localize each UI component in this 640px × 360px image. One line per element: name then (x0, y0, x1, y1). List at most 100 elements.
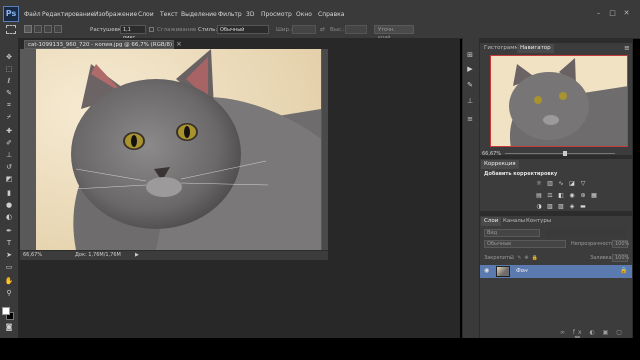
crop-tool-icon[interactable]: ⌗ (3, 100, 15, 110)
refine-edge-button[interactable]: Уточн. край... (374, 25, 414, 41)
visibility-eye-icon[interactable]: ◉ (484, 267, 489, 274)
photo-filter-icon[interactable]: ◉ (568, 192, 576, 200)
blur-tool-icon[interactable]: ● (3, 200, 15, 210)
path-select-tool-icon[interactable]: ➤ (3, 250, 15, 260)
panel-menu-icon[interactable]: ≡ (624, 44, 630, 52)
clone-source-icon[interactable]: ⊥ (465, 96, 475, 106)
black-white-icon[interactable]: ◧ (557, 192, 565, 200)
eraser-tool-icon[interactable]: ◩ (3, 174, 15, 184)
document-tab[interactable]: cat-1099133_960_720 - копия.jpg @ 66,7% … (24, 40, 174, 49)
menu-image[interactable]: Изображение (94, 11, 137, 18)
menu-layers[interactable]: Слои (138, 11, 154, 18)
adjustments-title[interactable]: Коррекция (481, 160, 519, 169)
marquee-tool-preset-icon[interactable] (6, 25, 16, 34)
vibrance-icon[interactable]: ▽ (579, 180, 587, 188)
type-tool-icon[interactable]: T (3, 238, 15, 248)
style-label: Стиль: (198, 27, 218, 33)
tab-navigator[interactable]: Навигатор (517, 44, 554, 53)
quick-mask-icon[interactable]: ◙ (3, 322, 15, 332)
rectangle-tool-icon[interactable]: ▭ (3, 262, 15, 272)
levels-icon[interactable]: ▥ (546, 180, 554, 188)
swap-icon[interactable]: ⇄ (320, 26, 325, 33)
channel-mixer-icon[interactable]: ⊛ (579, 192, 587, 200)
dodge-tool-icon[interactable]: ◐ (3, 212, 15, 222)
adjustments-subtitle: Добавить корректировку (484, 171, 558, 177)
marquee-tool-icon[interactable]: ⬚ (3, 64, 15, 74)
menu-select[interactable]: Выделение (181, 11, 217, 18)
layer-filter-icons[interactable] (546, 229, 626, 237)
clone-stamp-tool-icon[interactable]: ⊥ (3, 150, 15, 160)
fill-label: Заливка: (590, 255, 614, 261)
selective-color-icon[interactable]: ◈ (568, 203, 576, 211)
curves-icon[interactable]: ∿ (557, 180, 565, 188)
maximize-icon[interactable]: □ (608, 9, 617, 18)
move-tool-icon[interactable]: ✥ (3, 52, 15, 62)
style-select[interactable]: Обычный (217, 25, 269, 34)
width-input[interactable] (292, 25, 316, 34)
history-brush-tool-icon[interactable]: ↺ (3, 162, 15, 172)
height-input[interactable] (345, 25, 367, 34)
quick-select-tool-icon[interactable]: ✎ (3, 88, 15, 98)
color-lookup-icon[interactable]: ▦ (590, 192, 598, 200)
gradient-map-icon[interactable]: ▬ (579, 203, 587, 211)
hand-tool-icon[interactable]: ✋ (3, 276, 15, 286)
lasso-tool-icon[interactable]: ℓ (3, 76, 15, 86)
tab-layers[interactable]: Слои (481, 217, 502, 226)
brightness-icon[interactable]: ☼ (535, 180, 543, 188)
close-icon[interactable]: ✕ (622, 9, 631, 18)
intersect-selection-icon[interactable] (54, 25, 62, 33)
layer-filter-select[interactable]: Вид (484, 229, 540, 237)
eyedropper-tool-icon[interactable]: ⌿ (3, 112, 15, 122)
exposure-icon[interactable]: ◪ (568, 180, 576, 188)
lock-icons[interactable]: ⊡✎✥🔒 (510, 255, 560, 262)
hue-saturation-icon[interactable]: ▤ (535, 192, 543, 200)
zoom-tool-icon[interactable]: ⚲ (3, 288, 15, 298)
actions-panel-icon[interactable]: ▶ (465, 64, 475, 74)
zoom-readout[interactable]: 66,67% (23, 252, 42, 258)
gradient-tool-icon[interactable]: ▮ (3, 188, 15, 198)
pen-tool-icon[interactable]: ✒ (3, 226, 15, 236)
close-document-icon[interactable]: × (176, 40, 182, 48)
antialias-checkbox[interactable] (149, 27, 154, 32)
status-menu-arrow-icon[interactable]: ▶ (135, 252, 139, 258)
layer-lock-icon: 🔒 (620, 267, 628, 274)
subtract-selection-icon[interactable] (44, 25, 52, 33)
add-selection-icon[interactable] (34, 25, 42, 33)
menu-help[interactable]: Справка (318, 11, 344, 18)
navigator-zoom-value[interactable]: 66,67% (482, 151, 501, 157)
menu-window[interactable]: Окно (296, 11, 312, 18)
navigator-slider-handle[interactable] (563, 151, 567, 156)
canvas-image[interactable] (36, 49, 321, 250)
layer-name[interactable]: Фон (516, 268, 528, 274)
new-selection-icon[interactable] (24, 25, 32, 33)
healing-brush-tool-icon[interactable]: ✚ (3, 126, 15, 136)
minimize-icon[interactable]: – (594, 9, 603, 18)
history-panel-icon[interactable]: ⊞ (465, 50, 475, 60)
posterize-icon[interactable]: ▧ (546, 203, 554, 211)
brush-panel-icon[interactable]: ✎ (465, 80, 475, 90)
opacity-label: Непрозрачность: (571, 241, 616, 247)
brush-tool-icon[interactable]: ✐ (3, 138, 15, 148)
layer-actions-toolbar[interactable]: ∞ fx ◐ ▣ ▢ ▭ 🗑 (560, 329, 630, 343)
menu-3d[interactable]: 3D (246, 11, 254, 18)
menu-view[interactable]: Просмотр (261, 11, 292, 18)
menu-file[interactable]: Файл (24, 11, 41, 18)
foreground-color-swatch[interactable] (2, 307, 10, 315)
document-status-bar: 66,67% Док: 1,76M/1,76M ▶ (20, 250, 328, 260)
properties-panel-icon[interactable]: ≡ (465, 114, 475, 124)
tab-paths[interactable]: Контуры (523, 217, 554, 226)
feather-input[interactable]: 1,1 пикс. (120, 25, 146, 41)
antialias-label: Сглаживание (157, 27, 197, 33)
navigator-zoom-slider[interactable] (505, 153, 615, 154)
navigator-thumbnail[interactable] (490, 55, 628, 147)
threshold-icon[interactable]: ▨ (557, 203, 565, 211)
menu-filter[interactable]: Фильтр (218, 11, 242, 18)
invert-icon[interactable]: ◑ (535, 203, 543, 211)
opacity-input[interactable]: 100% (612, 240, 629, 248)
color-balance-icon[interactable]: ⚖ (546, 192, 554, 200)
fill-input[interactable]: 100% (612, 254, 629, 262)
menu-edit[interactable]: Редактирование (42, 11, 94, 18)
menu-type[interactable]: Текст (160, 11, 178, 18)
vertical-scrollbar[interactable] (322, 49, 328, 250)
blend-mode-select[interactable]: Обычные (484, 240, 566, 248)
